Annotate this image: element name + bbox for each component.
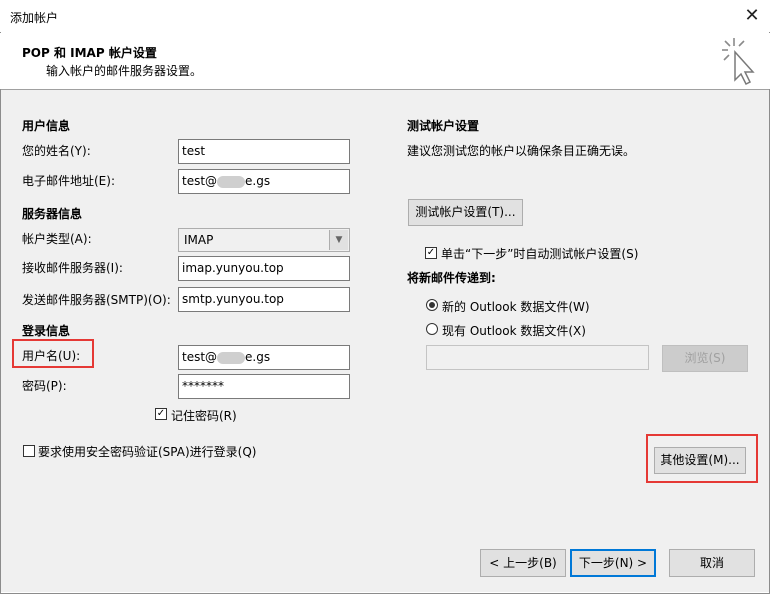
header-panel — [0, 33, 770, 89]
username-prefix: test@ — [182, 350, 218, 364]
radio-selected-dot — [429, 302, 435, 308]
existing-data-file-path-input[interactable] — [426, 345, 649, 370]
test-settings-heading: 测试帐户设置 — [407, 119, 480, 133]
username-label: 用户名(U): — [22, 349, 81, 363]
browse-button[interactable]: 浏览(S) — [662, 345, 748, 372]
incoming-server-input[interactable]: imap.yunyou.top — [178, 256, 350, 281]
header-subtitle: 输入帐户的邮件服务器设置。 — [46, 64, 203, 78]
auto-test-label: 单击“下一步”时自动测试帐户设置(S) — [441, 247, 639, 261]
test-settings-description: 建议您测试您的帐户以确保条目正确无误。 — [407, 144, 636, 158]
cursor-sparkle-icon — [722, 38, 755, 86]
next-button[interactable]: 下一步(N) > — [570, 549, 656, 577]
email-suffix: e.gs — [245, 174, 271, 188]
test-account-settings-button[interactable]: 测试帐户设置(T)... — [408, 199, 523, 226]
outgoing-server-label: 发送邮件服务器(SMTP)(O): — [22, 293, 171, 307]
window-title: 添加帐户 — [10, 11, 59, 25]
account-type-label: 帐户类型(A): — [22, 232, 92, 246]
incoming-server-label: 接收邮件服务器(I): — [22, 261, 123, 275]
new-data-file-radio[interactable] — [426, 299, 438, 311]
account-type-value: IMAP — [184, 233, 214, 247]
remember-password-label: 记住密码(R) — [171, 409, 237, 423]
name-input[interactable]: test — [178, 139, 350, 164]
name-label: 您的姓名(Y): — [22, 144, 91, 158]
account-type-dropdown[interactable]: IMAP ▼ — [178, 228, 350, 252]
redacted-blur — [217, 175, 246, 188]
spa-checkbox[interactable] — [23, 445, 35, 457]
existing-data-file-radio[interactable] — [426, 323, 438, 335]
existing-data-file-label: 现有 Outlook 数据文件(X) — [442, 324, 586, 338]
chevron-down-icon: ▼ — [329, 230, 348, 250]
remember-password-checkbox[interactable]: ✓ — [155, 408, 167, 420]
new-data-file-label: 新的 Outlook 数据文件(W) — [442, 300, 590, 314]
more-settings-button[interactable]: 其他设置(M)... — [654, 447, 746, 474]
password-input[interactable]: ******* — [178, 374, 350, 399]
cancel-button[interactable]: 取消 — [669, 549, 755, 577]
settings-panel — [1, 90, 769, 592]
back-button[interactable]: < 上一步(B) — [480, 549, 566, 577]
password-label: 密码(P): — [22, 379, 67, 393]
outgoing-server-input[interactable]: smtp.yunyou.top — [178, 287, 350, 312]
email-input[interactable]: test@ e.gs — [178, 169, 350, 194]
close-icon[interactable]: ✕ — [740, 4, 764, 28]
redacted-blur — [217, 351, 246, 364]
username-suffix: e.gs — [245, 350, 271, 364]
header-title: POP 和 IMAP 帐户设置 — [22, 46, 157, 60]
deliver-heading: 将新邮件传递到: — [407, 271, 496, 285]
server-info-heading: 服务器信息 — [22, 207, 83, 221]
email-prefix: test@ — [182, 174, 218, 188]
spa-label: 要求使用安全密码验证(SPA)进行登录(Q) — [38, 445, 257, 459]
user-info-heading: 用户信息 — [22, 119, 71, 133]
username-input[interactable]: test@ e.gs — [178, 345, 350, 370]
email-label: 电子邮件地址(E): — [22, 174, 115, 188]
title-bar — [0, 0, 770, 32]
auto-test-checkbox[interactable]: ✓ — [425, 247, 437, 259]
login-info-heading: 登录信息 — [22, 324, 71, 338]
